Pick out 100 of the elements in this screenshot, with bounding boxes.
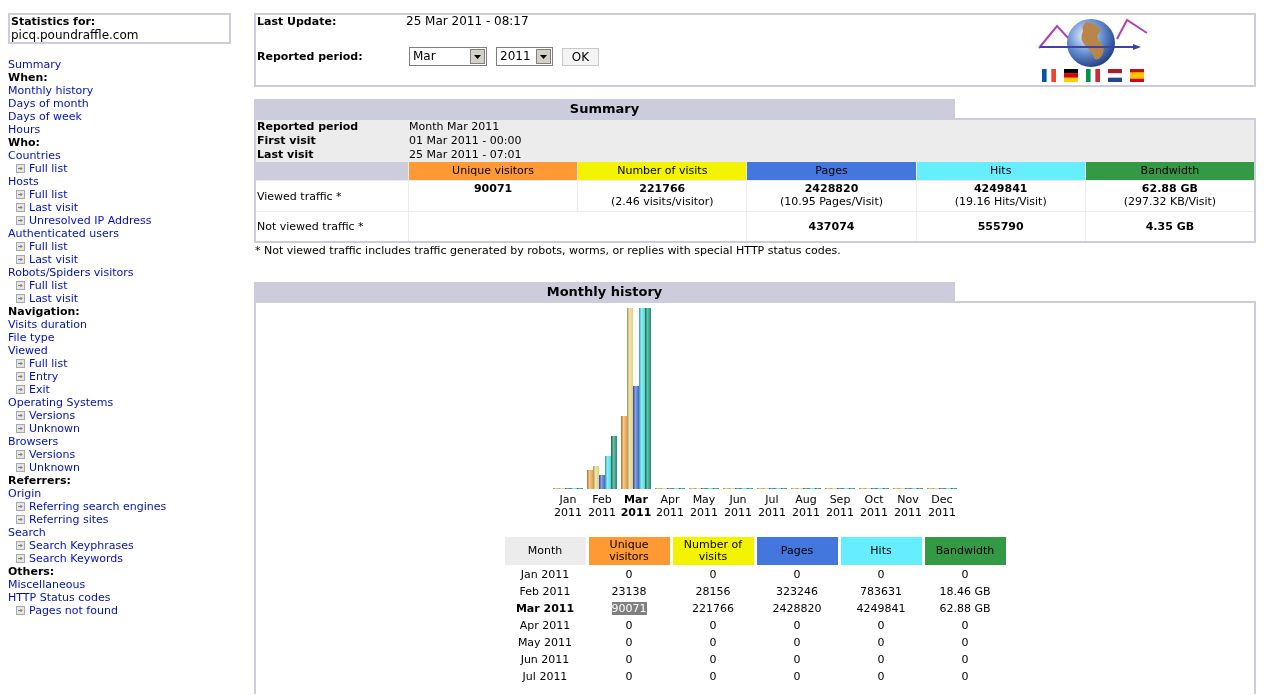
stat-value: 4249841: [856, 601, 906, 615]
axis-label: Apr 2011: [655, 493, 685, 519]
traffic-ratio: (19.16 Hits/Visit): [954, 195, 1047, 208]
stat-value: 0: [961, 652, 969, 666]
info-label: Last visit: [257, 148, 314, 162]
bullet-icon: [16, 502, 25, 511]
field-label: Reported period:: [257, 50, 363, 63]
caret-icon: [470, 49, 485, 64]
sidebar-sublink[interactable]: Referring search engines: [29, 500, 167, 513]
stat-value: 783631: [860, 584, 902, 598]
axis-label: Jan 2011: [553, 493, 583, 519]
stats-label: Statistics for:: [11, 15, 96, 28]
sidebar-sublink[interactable]: Search Keywords: [29, 552, 123, 565]
sidebar-link[interactable]: Visits duration: [8, 318, 87, 331]
sidebar-sublink[interactable]: Unknown: [29, 461, 81, 474]
column-header: Month: [504, 537, 586, 565]
last-update-value: 25 Mar 2011 - 08:17: [406, 15, 529, 28]
sidebar-sublink[interactable]: Pages not found: [29, 604, 118, 617]
column-header: Unique visitors: [588, 537, 670, 565]
bullet-icon: [16, 606, 25, 615]
stat-value: 0: [793, 618, 801, 632]
month-label: Jul 2011: [522, 669, 568, 683]
sidebar-sublink[interactable]: Full list: [29, 357, 68, 370]
sidebar-sublink[interactable]: Full list: [29, 240, 68, 253]
info-label: First visit: [257, 134, 316, 148]
bullet-icon: [16, 190, 25, 199]
month-label: Jun 2011: [520, 652, 570, 666]
sidebar-link[interactable]: Miscellaneous: [8, 578, 86, 591]
column-header: Unique visitors: [409, 162, 578, 180]
month-label: Apr 2011: [519, 618, 571, 632]
year-select[interactable]: 2011: [496, 47, 553, 66]
ok-button[interactable]: OK: [562, 47, 599, 66]
stat-value: 0: [961, 618, 969, 632]
traffic-value: 555790: [977, 220, 1024, 233]
bullet-icon: [16, 203, 25, 212]
sidebar-sublink[interactable]: Full list: [29, 188, 68, 201]
stat-value: 221766: [692, 601, 734, 615]
sidebar-link[interactable]: Summary: [8, 58, 62, 71]
sidebar-sublink[interactable]: Exit: [29, 383, 50, 396]
sidebar-sublink[interactable]: Referring sites: [29, 513, 109, 526]
stat-value: 0: [709, 635, 717, 649]
sidebar-link[interactable]: Hosts: [8, 175, 39, 188]
sidebar-sublink[interactable]: Unresolved IP Address: [29, 214, 152, 227]
sidebar-link[interactable]: Monthly history: [8, 84, 94, 97]
sidebar-link[interactable]: File type: [8, 331, 55, 344]
sidebar-sublink[interactable]: Versions: [29, 409, 76, 422]
sidebar-link[interactable]: Viewed: [8, 344, 48, 357]
column-header: Bandwidth: [924, 537, 1006, 565]
stat-value: 0: [877, 618, 885, 632]
axis-label: Mar 2011: [619, 493, 653, 519]
stat-value: 0: [877, 567, 885, 581]
month-label: Jan 2011: [520, 567, 570, 581]
sidebar-link[interactable]: Days of month: [8, 97, 89, 110]
flag-icon[interactable]: [1042, 69, 1056, 82]
bullet-icon: [16, 242, 25, 251]
stat-value: 0: [625, 652, 633, 666]
axis-label: Aug 2011: [791, 493, 821, 519]
sidebar-link[interactable]: Authenticated users: [8, 227, 119, 240]
axis-label: Sep 2011: [825, 493, 855, 519]
caret-icon: [536, 49, 551, 64]
sidebar-link[interactable]: Operating Systems: [8, 396, 114, 409]
flag-icon[interactable]: [1064, 69, 1078, 82]
sidebar-link[interactable]: Origin: [8, 487, 42, 500]
month-select[interactable]: Mar: [409, 47, 487, 66]
sidebar-link[interactable]: Robots/Spiders visitors: [8, 266, 134, 279]
traffic-value: 4.35 GB: [1145, 220, 1195, 233]
sidebar-sublink[interactable]: Entry: [29, 370, 59, 383]
column-header: Hits: [840, 537, 922, 565]
sidebar-link[interactable]: Hours: [8, 123, 41, 136]
sidebar-link[interactable]: Days of week: [8, 110, 82, 123]
sidebar-sublink[interactable]: Versions: [29, 448, 76, 461]
bullet-icon: [16, 281, 25, 290]
stat-value: 0: [709, 567, 717, 581]
stat-value: 0: [877, 635, 885, 649]
stat-value: 23138: [611, 584, 647, 598]
sidebar-sublink[interactable]: Last visit: [29, 201, 79, 214]
sidebar-sublink[interactable]: Last visit: [29, 292, 79, 305]
sidebar-link[interactable]: Browsers: [8, 435, 59, 448]
sidebar-link[interactable]: Countries: [8, 149, 61, 162]
bullet-icon: [16, 372, 25, 381]
traffic-value: 4249841: [973, 182, 1028, 195]
row-label: Viewed traffic *: [257, 189, 342, 203]
sidebar-sublink[interactable]: Search Keyphrases: [29, 539, 134, 552]
column-header: Number of visits: [578, 162, 747, 180]
flag-icon[interactable]: [1108, 69, 1122, 82]
month-label: May 2011: [517, 635, 573, 649]
bullet-icon: [16, 385, 25, 394]
axis-label: Nov 2011: [893, 493, 923, 519]
bullet-icon: [16, 216, 25, 225]
sidebar-sublink[interactable]: Last visit: [29, 253, 79, 266]
bullet-icon: [16, 294, 25, 303]
info-value: 01 Mar 2011 - 00:00: [409, 134, 522, 148]
sidebar-sublink[interactable]: Unknown: [29, 422, 81, 435]
traffic-ratio: (297.32 KB/Visit): [1123, 195, 1217, 208]
sidebar-link[interactable]: HTTP Status codes: [8, 591, 111, 604]
sidebar-sublink[interactable]: Full list: [29, 162, 68, 175]
stat-value: 0: [877, 669, 885, 683]
sidebar-sublink[interactable]: Full list: [29, 279, 68, 292]
bullet-icon: [16, 359, 25, 368]
sidebar-link[interactable]: Search: [8, 526, 46, 539]
